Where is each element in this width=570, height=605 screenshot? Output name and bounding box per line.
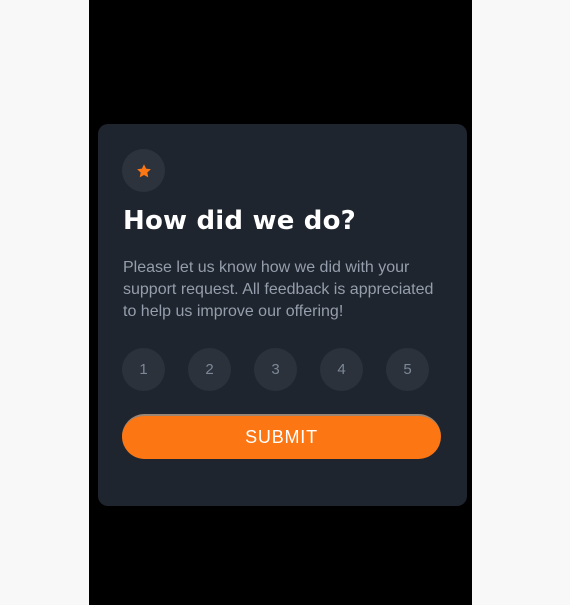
rating-button-2[interactable]: 2: [188, 348, 231, 391]
rating-options: 1 2 3 4 5: [122, 348, 443, 391]
rating-button-3[interactable]: 3: [254, 348, 297, 391]
star-icon: [136, 163, 151, 177]
rating-button-4[interactable]: 4: [320, 348, 363, 391]
rating-button-1[interactable]: 1: [122, 348, 165, 391]
card-title: How did we do?: [123, 206, 356, 236]
submit-button[interactable]: SUBMIT: [122, 414, 441, 459]
card-description: Please let us know how we did with your …: [123, 259, 434, 320]
star-badge: [122, 149, 165, 192]
rating-card: How did we do? Please let us know how we…: [98, 124, 467, 506]
rating-button-5[interactable]: 5: [386, 348, 429, 391]
